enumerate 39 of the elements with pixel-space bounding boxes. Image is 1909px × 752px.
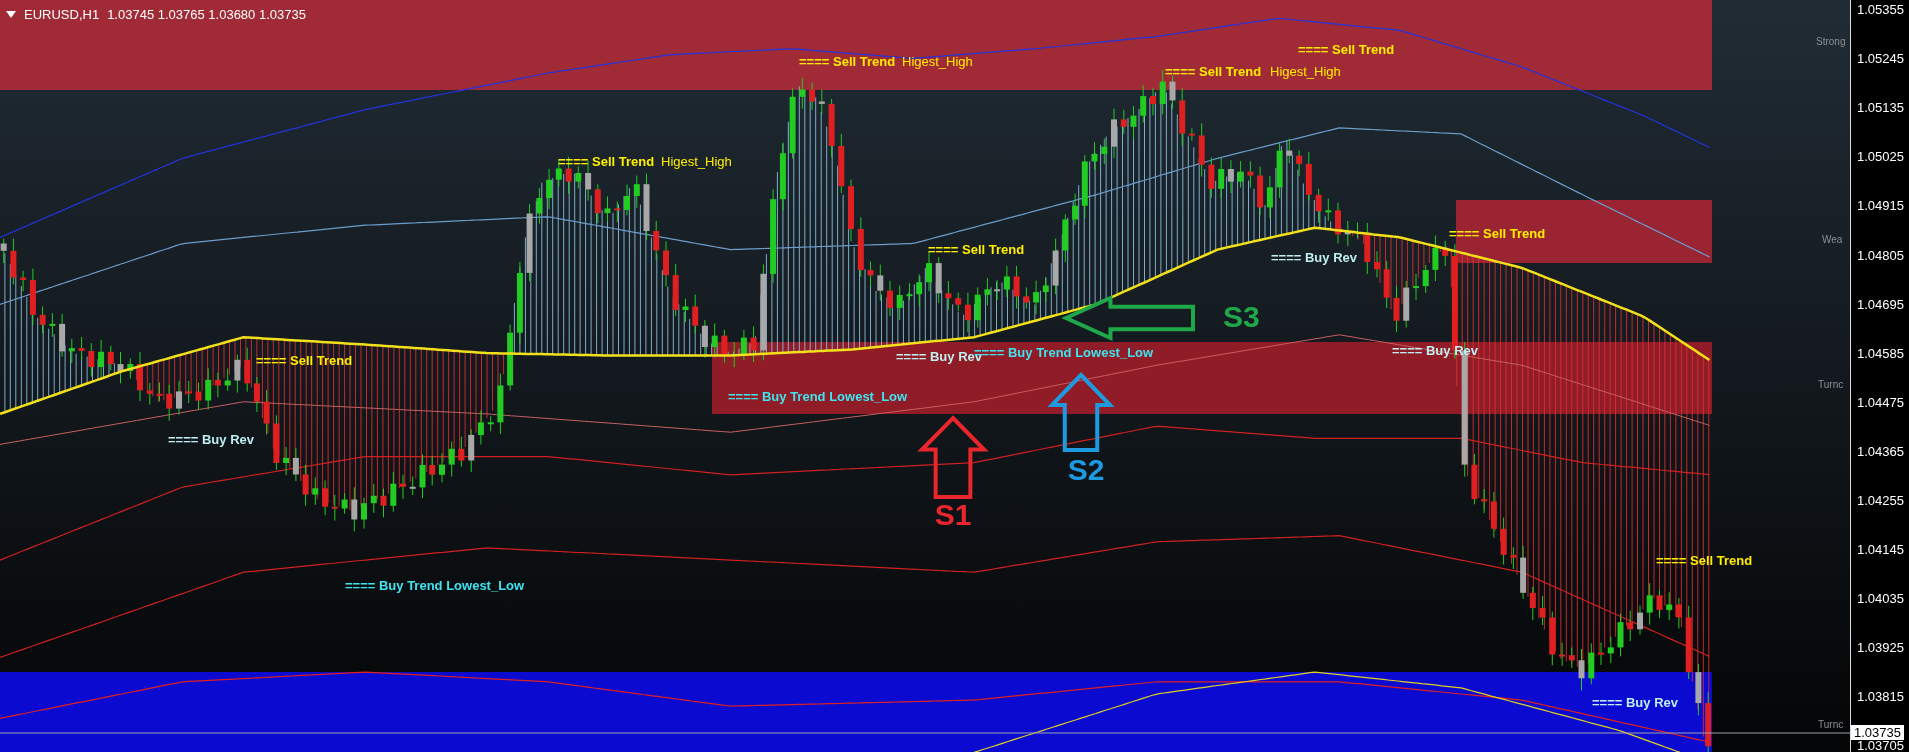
price-tick-label: 1.04255: [1857, 494, 1904, 508]
signal-label: ==== Buy Rev: [1592, 695, 1678, 711]
signal-label: ==== Sell Trend: [928, 242, 1025, 258]
price-tick-label: 1.04365: [1857, 444, 1904, 459]
price-tick-label: 1.03705: [1857, 739, 1904, 752]
price-tick-label: 1.04035: [1857, 592, 1904, 607]
signal-label: ==== Buy Trend Lowest_Low: [345, 578, 525, 594]
signal-label: ==== Sell Trend: [1165, 64, 1262, 80]
signal-label: ==== Buy Trend Lowest_Low: [728, 389, 908, 405]
price-tick-label: 1.03815: [1857, 690, 1904, 705]
zone-label: Wea: [1822, 233, 1843, 245]
price-tick-label: 1.03925: [1857, 641, 1904, 656]
signal-label: Higest_High: [902, 54, 973, 70]
signal-label: Higest_High: [1270, 64, 1341, 80]
signal-label: ==== Sell Trend: [799, 54, 896, 70]
marker-label: S1: [934, 497, 972, 531]
signal-label: Higest_High: [661, 154, 732, 170]
dropdown-triangle-icon[interactable]: [6, 11, 16, 19]
price-tick-label: 1.04805: [1857, 248, 1904, 263]
price-tick-label: 1.05245: [1857, 52, 1904, 67]
price-tick-label: 1.05355: [1857, 3, 1904, 17]
zone-label: Turnc: [1818, 378, 1844, 390]
price-tick-label: 1.04695: [1857, 297, 1904, 312]
price-tick-label: 1.04145: [1857, 543, 1904, 558]
symbol-label: EURUSD,H1: [24, 6, 100, 24]
ohlc-quotes: 1.03745 1.03765 1.03680 1.03735: [107, 6, 306, 24]
price-tick-label: 1.05135: [1857, 101, 1904, 116]
price-tick-label: 1.04915: [1857, 199, 1904, 214]
marker-label: S2: [1067, 452, 1105, 486]
zone-label: Turnc: [1818, 718, 1844, 730]
price-tick-label: 1.04475: [1857, 395, 1904, 410]
price-tick-label: 1.04585: [1857, 346, 1904, 361]
signal-label: ==== Sell Trend: [1298, 42, 1395, 58]
current-price-label: 1.03735: [1851, 725, 1904, 740]
marker-label: S3: [1223, 299, 1260, 333]
signal-label: ==== Buy Rev: [168, 432, 254, 448]
zone-label: Strong: [1816, 35, 1846, 47]
price-tick-label: 1.05025: [1857, 150, 1904, 165]
signal-label: ==== Buy Rev: [1271, 250, 1357, 266]
